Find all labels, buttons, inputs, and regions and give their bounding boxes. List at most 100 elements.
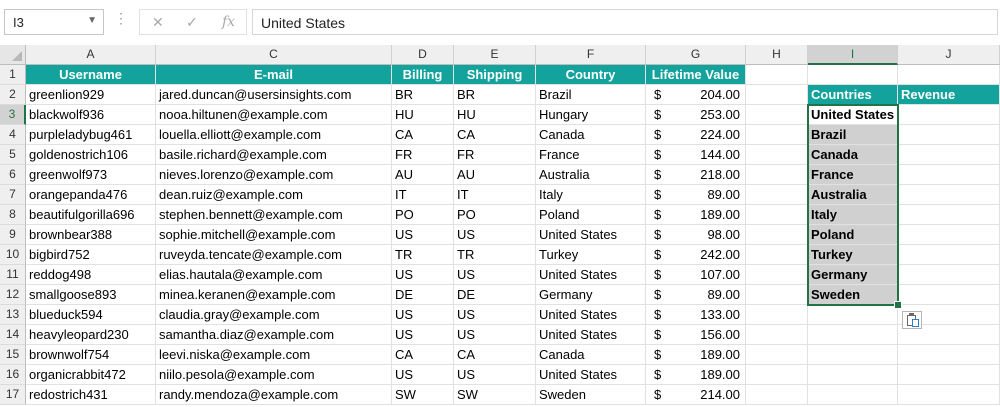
cell-revenue[interactable] [898,225,1000,245]
cell-country[interactable]: Brazil [536,85,646,105]
cell-h[interactable] [746,265,808,285]
cell-lifetime-value[interactable]: $189.00 [646,345,746,365]
cell-countries-list[interactable]: Brazil [808,125,898,145]
cell-shipping[interactable]: CA [454,125,536,145]
cell-lifetime-value[interactable]: $189.00 [646,365,746,385]
cell-shipping[interactable]: BR [454,85,536,105]
cell-email[interactable]: basile.richard@example.com [156,145,392,165]
cell-countries-list[interactable]: Canada [808,145,898,165]
cell-countries-list[interactable]: Australia [808,185,898,205]
dots-icon[interactable]: ⋮ [114,11,128,25]
cell-lifetime-value[interactable]: $98.00 [646,225,746,245]
column-header-a[interactable]: A [26,45,156,65]
row-header-16[interactable]: 16 [0,365,26,385]
function-icon[interactable]: fx [222,14,235,30]
cell-billing[interactable]: US [392,225,454,245]
cell-billing[interactable]: DE [392,285,454,305]
cell-email[interactable]: ruveyda.tencate@example.com [156,245,392,265]
cell-h[interactable] [746,105,808,125]
cell-h[interactable] [746,225,808,245]
cell-shipping[interactable]: US [454,325,536,345]
cell-billing[interactable]: HU [392,105,454,125]
cell-username[interactable]: blueduck594 [26,305,156,325]
header-billing[interactable]: Billing [392,65,454,85]
row-header-3[interactable]: 3 [0,105,26,125]
cell-email[interactable]: dean.ruiz@example.com [156,185,392,205]
cell-h1[interactable] [746,65,808,85]
cell-email[interactable]: randy.mendoza@example.com [156,385,392,405]
cell-shipping[interactable]: IT [454,185,536,205]
cell-billing[interactable]: US [392,325,454,345]
cell-shipping[interactable]: PO [454,205,536,225]
cell-countries-list[interactable]: France [808,165,898,185]
cell-lifetime-value[interactable]: $89.00 [646,185,746,205]
column-header-g[interactable]: G [646,45,746,65]
header-countries[interactable]: Countries [808,85,898,105]
column-header-f[interactable]: F [536,45,646,65]
cell-billing[interactable]: SW [392,385,454,405]
cell-lifetime-value[interactable]: $89.00 [646,285,746,305]
paste-options-button[interactable] [902,311,922,329]
cell-h[interactable] [746,185,808,205]
cell-lifetime-value[interactable]: $144.00 [646,145,746,165]
cell-username[interactable]: heavyleopard230 [26,325,156,345]
cell-countries-list[interactable]: Poland [808,225,898,245]
cell-i[interactable] [808,325,898,345]
cell-lifetime-value[interactable]: $218.00 [646,165,746,185]
column-header-j[interactable]: J [898,45,1000,65]
fill-handle[interactable] [894,301,902,309]
cell-country[interactable]: Turkey [536,245,646,265]
cell-username[interactable]: blackwolf936 [26,105,156,125]
chevron-down-icon[interactable]: ▼ [87,15,97,26]
enter-icon[interactable]: ✓ [186,14,198,31]
header-revenue[interactable]: Revenue [898,85,1000,105]
cell-username[interactable]: greenlion929 [26,85,156,105]
cell-i[interactable] [808,385,898,405]
row-header-12[interactable]: 12 [0,285,26,305]
cell-shipping[interactable]: US [454,265,536,285]
cell-h[interactable] [746,325,808,345]
cell-h[interactable] [746,365,808,385]
cell-revenue[interactable] [898,205,1000,225]
cell-lifetime-value[interactable]: $189.00 [646,205,746,225]
cell-country[interactable]: Sweden [536,385,646,405]
select-all-button[interactable] [0,45,26,65]
cell-email[interactable]: stephen.bennett@example.com [156,205,392,225]
cell-billing[interactable]: CA [392,345,454,365]
cell-username[interactable]: smallgoose893 [26,285,156,305]
column-header-d[interactable]: D [392,45,454,65]
formula-input[interactable]: United States [252,9,998,35]
header-country[interactable]: Country [536,65,646,85]
cell-lifetime-value[interactable]: $214.00 [646,385,746,405]
cell-billing[interactable]: US [392,305,454,325]
cell-shipping[interactable]: SW [454,385,536,405]
cell-billing[interactable]: CA [392,125,454,145]
cell-shipping[interactable]: TR [454,245,536,265]
cell-email[interactable]: elias.hautala@example.com [156,265,392,285]
cancel-icon[interactable]: ✕ [152,14,164,31]
header-email[interactable]: E-mail [156,65,392,85]
cell-email[interactable]: louella.elliott@example.com [156,125,392,145]
cell-h[interactable] [746,385,808,405]
cell-username[interactable]: bigbird752 [26,245,156,265]
cell-country[interactable]: Australia [536,165,646,185]
row-header-15[interactable]: 15 [0,345,26,365]
cell-billing[interactable]: IT [392,185,454,205]
cell-billing[interactable]: PO [392,205,454,225]
row-header-2[interactable]: 2 [0,85,26,105]
cell-shipping[interactable]: US [454,305,536,325]
cell-lifetime-value[interactable]: $204.00 [646,85,746,105]
header-username[interactable]: Username [26,65,156,85]
row-header-1[interactable]: 1 [0,65,26,85]
cell-j1[interactable] [898,65,1000,85]
cell-lifetime-value[interactable]: $133.00 [646,305,746,325]
cell-email[interactable]: jared.duncan@usersinsights.com [156,85,392,105]
cell-country[interactable]: Hungary [536,105,646,125]
cell-i[interactable] [808,345,898,365]
cell-h[interactable] [746,305,808,325]
row-header-13[interactable]: 13 [0,305,26,325]
cell-billing[interactable]: TR [392,245,454,265]
cell-billing[interactable]: AU [392,165,454,185]
cell-revenue[interactable] [898,145,1000,165]
row-header-11[interactable]: 11 [0,265,26,285]
